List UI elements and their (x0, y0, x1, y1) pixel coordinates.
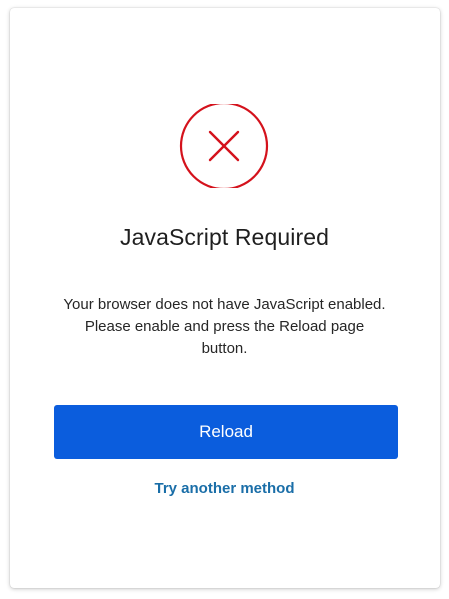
dialog-message: Your browser does not have JavaScript en… (63, 296, 386, 357)
try-another-method-link[interactable]: Try another method (0, 480, 449, 497)
dialog-title: JavaScript Required (119, 224, 329, 250)
reload-button[interactable]: Reload (54, 405, 398, 459)
error-x-circle-icon (178, 104, 270, 188)
